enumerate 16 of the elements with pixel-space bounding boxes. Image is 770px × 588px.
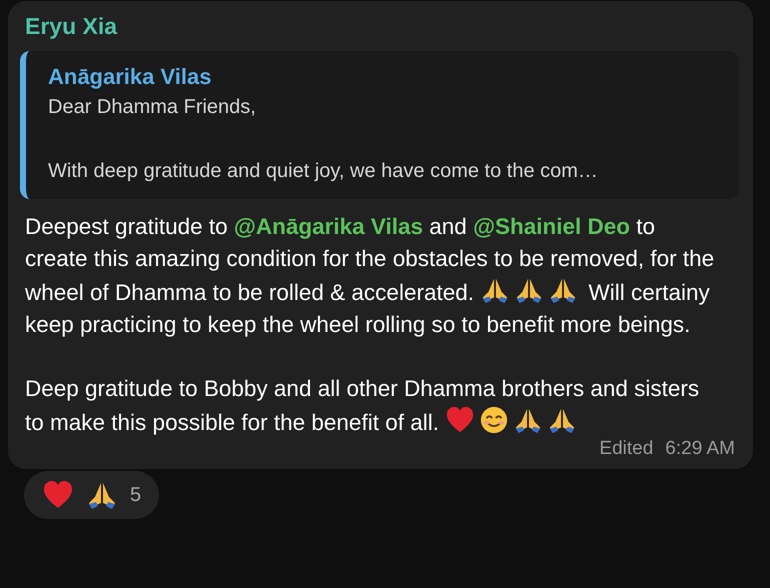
quoted-text: Dear Dhamma Friends, <box>48 95 257 120</box>
edited-label: Edited <box>599 437 654 461</box>
heart-icon <box>445 405 476 435</box>
message-text: Deepest gratitude to @Anāgarika Vilas and @Shainiel Deo to create this amazing condition for the obstacles to be removed, for the wheel of Dhamma to be rolled & accelerated. Will certainy keep practicing to keep the wheel rolling so to benefit more beings. <box>25 213 716 339</box>
mention-link[interactable]: @Anāgarika Vilas <box>234 214 424 239</box>
heart-icon <box>42 479 74 511</box>
quoted-message[interactable]: Anāgarika Vilas Dear Dhamma Friends, With deep gratitude and quiet joy, we have come to the com… <box>20 51 739 199</box>
message-time: 6:29 AM <box>665 437 735 461</box>
message-text: Deep gratitude to Bobby and all other Dhamma brothers and sisters to make this possible for the benefit of all. <box>25 375 700 437</box>
mention-link[interactable]: @Shainiel Deo <box>473 214 630 239</box>
smiling-face-icon <box>479 405 510 435</box>
reactions-pill[interactable]: 5 <box>24 471 160 519</box>
reaction-count: 5 <box>130 483 142 508</box>
sender-name: Eryu Xia <box>24 12 118 41</box>
quoted-author: Anāgarika Vilas <box>48 63 212 91</box>
quoted-text: With deep gratitude and quiet joy, we have come to the com… <box>48 159 599 184</box>
